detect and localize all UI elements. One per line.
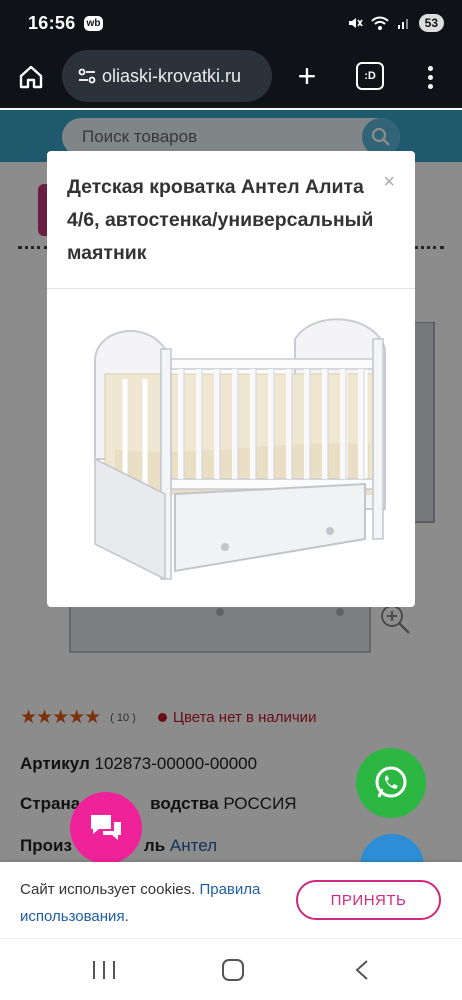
home-button[interactable]: [14, 60, 48, 94]
chat-icon: [91, 815, 121, 840]
modal-divider: [47, 288, 415, 289]
mute-icon: [348, 18, 363, 28]
home-nav-icon[interactable]: [222, 959, 244, 981]
back-icon[interactable]: [352, 959, 372, 981]
status-bar: 16:56 wb 53: [0, 0, 462, 46]
battery-indicator: 53: [418, 14, 444, 32]
status-icons: 53: [347, 14, 444, 32]
system-nav-bar: [0, 938, 462, 1000]
tabs-button[interactable]: :D: [356, 62, 384, 90]
whatsapp-icon: [375, 766, 407, 798]
cookie-banner: Сайт использует cookies. Правила использ…: [0, 862, 462, 938]
crib-image: [94, 318, 386, 581]
close-icon[interactable]: ×: [383, 171, 395, 194]
url-text: oliaski-krovatki.ru: [102, 65, 242, 86]
cookie-text: Сайт использует cookies. Правила использ…: [20, 881, 261, 925]
signal-icon: [397, 19, 408, 29]
wb-app-badge-icon: wb: [83, 15, 104, 31]
product-quickview-modal: Детская кроватка Антел Алита 4/6, автост…: [47, 151, 415, 607]
wifi-icon: [370, 16, 389, 30]
address-bar[interactable]: oliaski-krovatki.ru: [62, 50, 272, 102]
whatsapp-button[interactable]: [356, 748, 426, 818]
chat-button[interactable]: [70, 792, 142, 864]
status-time: 16:56: [28, 12, 76, 33]
browser-toolbar: oliaski-krovatki.ru + :D: [0, 46, 462, 108]
menu-icon[interactable]: [420, 60, 440, 94]
accept-cookies-button[interactable]: ПРИНЯТЬ: [296, 880, 441, 920]
new-tab-icon: +: [297, 58, 317, 94]
tabs-icon: :D: [364, 70, 376, 82]
recents-icon[interactable]: [93, 961, 115, 979]
site-settings-icon[interactable]: [76, 65, 98, 87]
modal-title: Детская кроватка Антел Алита 4/6, автост…: [67, 176, 374, 264]
home-icon: [19, 65, 43, 89]
cookie-message: Сайт использует cookies.: [20, 881, 196, 898]
new-tab-button[interactable]: +: [290, 60, 324, 94]
